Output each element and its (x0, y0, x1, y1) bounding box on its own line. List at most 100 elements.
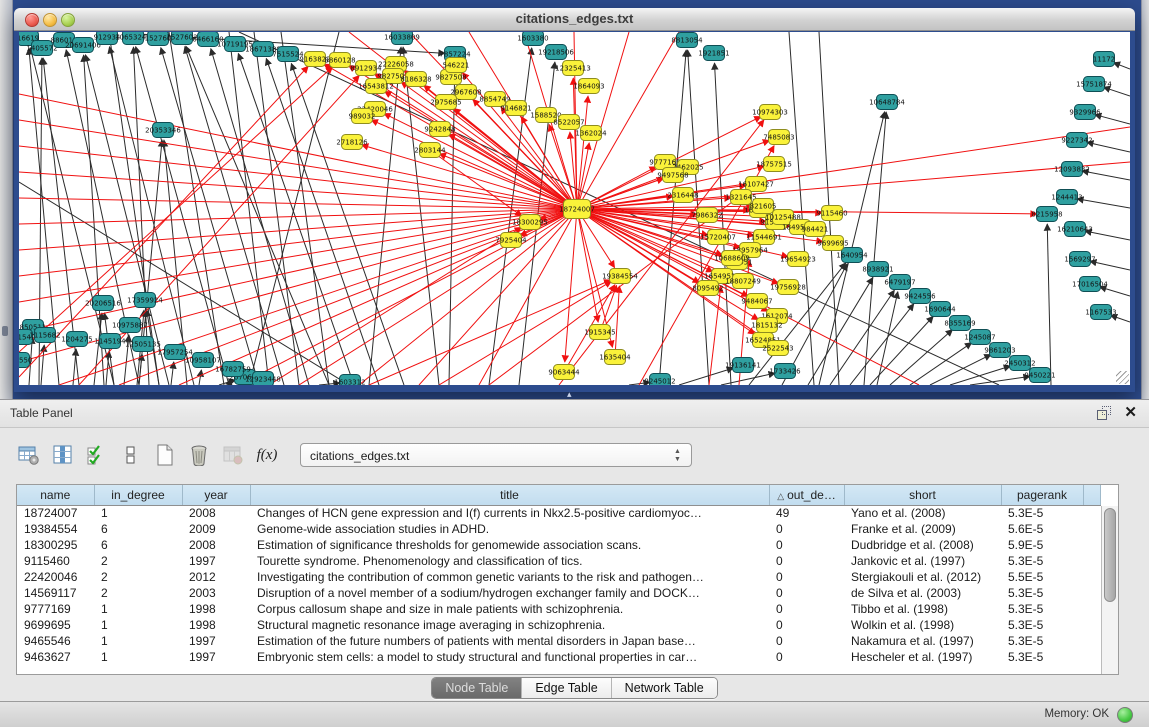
dock-handle[interactable] (2, 326, 8, 336)
table-cell[interactable]: Hescheler et al. (1997) (844, 649, 1001, 665)
table-cell[interactable]: 6 (94, 521, 182, 537)
table-cell[interactable] (1083, 649, 1100, 665)
graph-node[interactable]: 1915345 (584, 325, 615, 340)
table-cell[interactable]: 9115460 (17, 553, 94, 569)
red-edge[interactable] (299, 209, 577, 385)
table-cell[interactable]: 1998 (182, 601, 250, 617)
graph-node[interactable]: 9424556 (904, 289, 936, 304)
table-cell[interactable] (1083, 553, 1100, 569)
black-edge[interactable] (715, 63, 731, 385)
black-edge[interactable] (950, 366, 1010, 385)
graph-node[interactable]: 12093832 (1054, 162, 1090, 177)
table-row[interactable]: 969969511998Structural magnetic resonanc… (17, 617, 1100, 633)
graph-node[interactable]: 9329966 (1069, 105, 1101, 120)
table-cell[interactable]: 5.3E-5 (1001, 633, 1083, 649)
red-edge[interactable] (19, 209, 577, 302)
red-edge[interactable] (19, 67, 333, 352)
black-edge[interactable] (94, 313, 102, 385)
graph-node[interactable]: 1733426 (769, 364, 801, 379)
table-cell[interactable]: 1998 (182, 617, 250, 633)
row-toggle-icon[interactable] (118, 442, 144, 468)
table-cell[interactable]: 14569117 (17, 585, 94, 601)
black-edge[interactable] (721, 373, 775, 385)
graph-node[interactable]: 1864093 (573, 79, 604, 94)
table-cell[interactable]: 1997 (182, 649, 250, 665)
table-cell[interactable]: 1997 (182, 633, 250, 649)
black-edge[interactable] (830, 290, 894, 385)
black-edge[interactable] (1090, 261, 1130, 270)
table-cell[interactable]: Corpus callosum shape and size in male p… (250, 601, 769, 617)
black-edge[interactable] (199, 370, 201, 385)
graph-node[interactable]: 1569297 (1064, 252, 1095, 267)
table-cell[interactable]: 5.3E-5 (1001, 585, 1083, 601)
black-edge[interactable] (930, 354, 991, 385)
table-cell[interactable]: 0 (769, 553, 844, 569)
table-cell[interactable]: 22420046 (17, 569, 94, 585)
graph-node[interactable]: 12325413 (555, 61, 591, 76)
table-row[interactable]: 1872400712008Changes of HCN gene express… (17, 505, 1100, 521)
window-resize-grip[interactable] (1116, 371, 1129, 384)
table-selector-dropdown[interactable]: citations_edges.txt ▲▼ (300, 443, 692, 467)
table-cell[interactable]: 5.5E-5 (1001, 569, 1083, 585)
network-graph[interactable]: 1661914055728860122069140691293410653247… (19, 32, 1130, 385)
table-cell[interactable] (1083, 601, 1100, 617)
black-edge[interactable] (1047, 224, 1051, 385)
column-header-out_de[interactable]: △out_de… (769, 485, 844, 505)
graph-node[interactable]: 20353346 (145, 123, 181, 138)
red-edge[interactable] (19, 209, 577, 250)
red-edge[interactable] (615, 286, 619, 357)
black-edge[interactable] (877, 292, 898, 385)
graph-node[interactable]: 12505135 (125, 337, 161, 352)
new-column-icon[interactable] (152, 442, 178, 468)
table-scrollbar[interactable] (1101, 506, 1118, 674)
table-cell[interactable]: 19384554 (17, 521, 94, 537)
table-cell[interactable]: Tibbo et al. (1998) (844, 601, 1001, 617)
black-edge[interactable] (970, 376, 1030, 385)
table-cell[interactable]: Tourette syndrome. Phenomenology and cla… (250, 553, 769, 569)
table-cell[interactable]: 2 (94, 569, 182, 585)
table-cell[interactable]: Estimation of the future numbers of pati… (250, 633, 769, 649)
table-cell[interactable]: 2003 (182, 585, 250, 601)
graph-node[interactable]: 10648784 (869, 95, 905, 110)
graph-node[interactable]: 19654923 (780, 252, 816, 267)
table-cell[interactable]: 5.3E-5 (1001, 553, 1083, 569)
graph-node[interactable]: 8813054 (671, 33, 703, 48)
delete-column-icon[interactable] (186, 442, 212, 468)
red-edge[interactable] (577, 32, 629, 209)
graph-node[interactable]: 18757515 (756, 157, 792, 172)
table-row[interactable]: 911546021997Tourette syndrome. Phenomeno… (17, 553, 1100, 569)
graph-node[interactable]: 6479197 (884, 275, 915, 290)
table-cell[interactable]: 2008 (182, 537, 250, 553)
red-edge[interactable] (565, 209, 577, 362)
table-cell[interactable]: 5.6E-5 (1001, 521, 1083, 537)
graph-node[interactable]: 1244413 (1051, 190, 1082, 205)
red-edge[interactable] (371, 120, 577, 209)
table-cell[interactable]: 1 (94, 505, 182, 521)
graph-node[interactable]: 984421 (802, 222, 829, 237)
table-cell[interactable]: 0 (769, 617, 844, 633)
red-edge[interactable] (19, 66, 308, 377)
graph-node[interactable]: 2803144 (414, 143, 446, 158)
graph-node[interactable]: 18724007 (559, 200, 595, 219)
graph-node[interactable]: 1921851 (698, 46, 729, 61)
table-cell[interactable]: Disruption of a novel member of a sodium… (250, 585, 769, 601)
table-cell[interactable]: 0 (769, 649, 844, 665)
table-cell[interactable]: 0 (769, 537, 844, 553)
red-edge[interactable] (359, 209, 577, 385)
table-cell[interactable]: Structural magnetic resonance image aver… (250, 617, 769, 633)
black-edge[interactable] (369, 47, 401, 385)
graph-node[interactable]: 1603312 (334, 375, 365, 386)
table-row[interactable]: 2242004622012Investigating the contribut… (17, 569, 1100, 585)
table-row[interactable]: 1938455462009Genome-wide association stu… (17, 521, 1100, 537)
red-edge[interactable] (709, 286, 721, 385)
table-cell[interactable]: 0 (769, 521, 844, 537)
graph-node[interactable]: 8938921 (862, 262, 893, 277)
table-cell[interactable] (1083, 537, 1100, 553)
graph-node[interactable]: 1635404 (599, 350, 631, 365)
graph-node[interactable]: 1204275 (61, 332, 92, 347)
column-header-short[interactable]: short (844, 485, 1001, 505)
black-edge[interactable] (910, 343, 972, 385)
column-header-filler[interactable] (1083, 485, 1100, 505)
table-cell[interactable] (1083, 521, 1100, 537)
table-cell[interactable]: Franke et al. (2009) (844, 521, 1001, 537)
